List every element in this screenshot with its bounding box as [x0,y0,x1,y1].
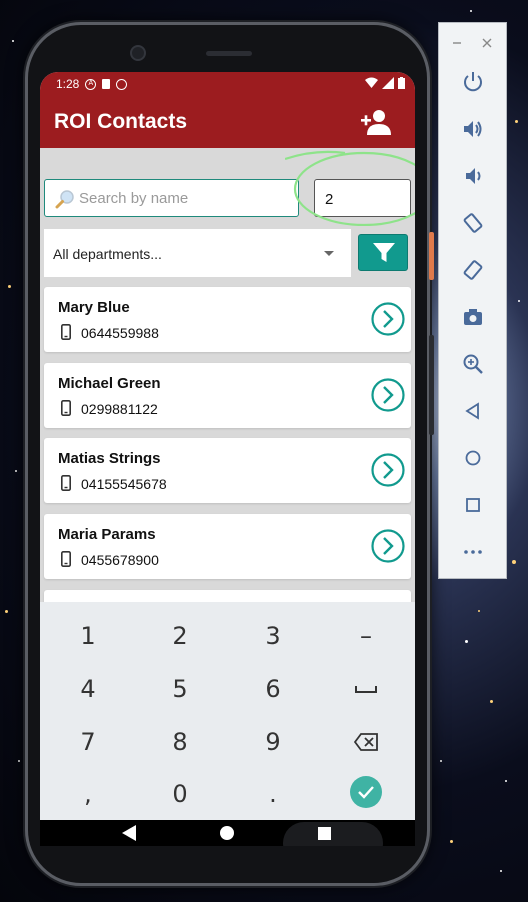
status-bar: 1:28 A [40,72,415,96]
key-period[interactable]: . [227,768,319,820]
emulator-toolbar [438,22,507,579]
overview-icon[interactable] [318,827,331,840]
signal-icon [382,77,394,89]
contact-name: Matias Strings [58,450,161,467]
key-7[interactable]: 7 [42,716,134,768]
add-contact-icon[interactable] [361,107,391,137]
backspace-icon [354,733,378,751]
key-5[interactable]: 5 [134,663,226,715]
camera-icon [464,309,482,325]
screenshot-button[interactable] [458,302,488,332]
search-input[interactable]: Search by name [44,179,299,217]
space-icon [355,686,377,693]
key-9[interactable]: 9 [227,716,319,768]
contact-phone: 0644559988 [81,325,159,341]
key-done[interactable] [320,766,412,818]
battery-icon [398,77,405,89]
rotate-right-button[interactable] [458,255,488,285]
data-saver-icon [116,78,128,90]
chevron-right-circle-icon[interactable] [371,453,405,487]
notification-icon: A [85,78,97,90]
home-icon[interactable] [220,826,234,840]
search-icon [55,190,74,209]
contact-name: Mary Blue [58,299,130,316]
numeric-keyboard: 1 2 3 – 4 5 6 7 8 9 , 0 . [40,602,415,820]
contact-card[interactable]: Michael Green 0299881122 [44,363,411,428]
zoom-button[interactable] [458,349,488,379]
key-2[interactable]: 2 [134,610,226,662]
chevron-right-circle-icon[interactable] [371,529,405,563]
key-comma[interactable]: , [42,768,134,820]
recents-button-bg [283,822,383,846]
filter-button[interactable] [358,234,408,271]
status-time: 1:28 [56,77,80,91]
zoom-icon [463,354,483,374]
phone-icon [61,475,71,491]
contact-name: Michael Green [58,375,161,392]
volume-up-icon [464,121,482,137]
close-icon[interactable] [482,38,492,48]
rotate-right-icon [463,260,483,280]
chevron-right-circle-icon[interactable] [371,378,405,412]
emulator-back-button[interactable] [458,396,488,426]
contact-phone: 0299881122 [81,401,158,417]
home-icon [465,450,481,466]
minimize-icon[interactable] [452,38,462,48]
contact-card[interactable]: Maria Params 0455678900 [44,514,411,579]
overview-icon [466,498,480,512]
key-0[interactable]: 0 [134,768,226,820]
chevron-right-circle-icon[interactable] [371,302,405,336]
app-bar: ROI Contacts [40,96,415,148]
search-placeholder: Search by name [79,190,189,207]
contact-name: Maria Params [58,526,156,543]
check-icon [350,776,382,808]
volume-down-button[interactable] [458,161,488,191]
phone-icon [61,400,71,416]
navigation-bar [40,820,415,846]
contact-card[interactable]: Matias Strings 04155545678 [44,438,411,503]
side-button-volume [429,335,434,435]
power-icon [464,72,482,92]
back-icon [465,402,479,420]
department-select[interactable]: All departments... [44,229,351,277]
key-minus[interactable]: – [320,610,412,662]
key-8[interactable]: 8 [134,716,226,768]
back-icon[interactable] [122,825,136,841]
rotate-left-button[interactable] [458,208,488,238]
phone-icon [61,551,71,567]
emulator-overview-button[interactable] [458,490,488,520]
front-camera [130,45,146,61]
filter-icon [373,243,395,262]
key-3[interactable]: 3 [227,610,319,662]
phone-icon [61,324,71,340]
contact-card[interactable]: Mary Blue 0644559988 [44,287,411,352]
side-button-power [429,232,434,280]
volume-down-icon [466,168,481,184]
key-1[interactable]: 1 [42,610,134,662]
more-icon [464,550,482,554]
wifi-icon [365,77,378,88]
more-button[interactable] [458,537,488,567]
emulator-home-button[interactable] [458,443,488,473]
contact-phone: 0455678900 [81,552,159,568]
department-select-value: All departments... [53,246,162,262]
key-space[interactable] [320,663,412,715]
power-button[interactable] [458,67,488,97]
key-backspace[interactable] [320,716,412,768]
earpiece-speaker [206,51,252,56]
key-6[interactable]: 6 [227,663,319,715]
rotate-left-icon [463,213,483,233]
contact-phone: 04155545678 [81,476,167,492]
sim-icon [102,79,111,89]
key-4[interactable]: 4 [42,663,134,715]
number-input[interactable]: 2 [314,179,411,217]
dropdown-caret-icon [324,251,334,256]
app-title: ROI Contacts [54,110,188,133]
volume-up-button[interactable] [458,114,488,144]
phone-screen: 1:28 A ROI Contacts Search by name 2 All [40,72,415,846]
